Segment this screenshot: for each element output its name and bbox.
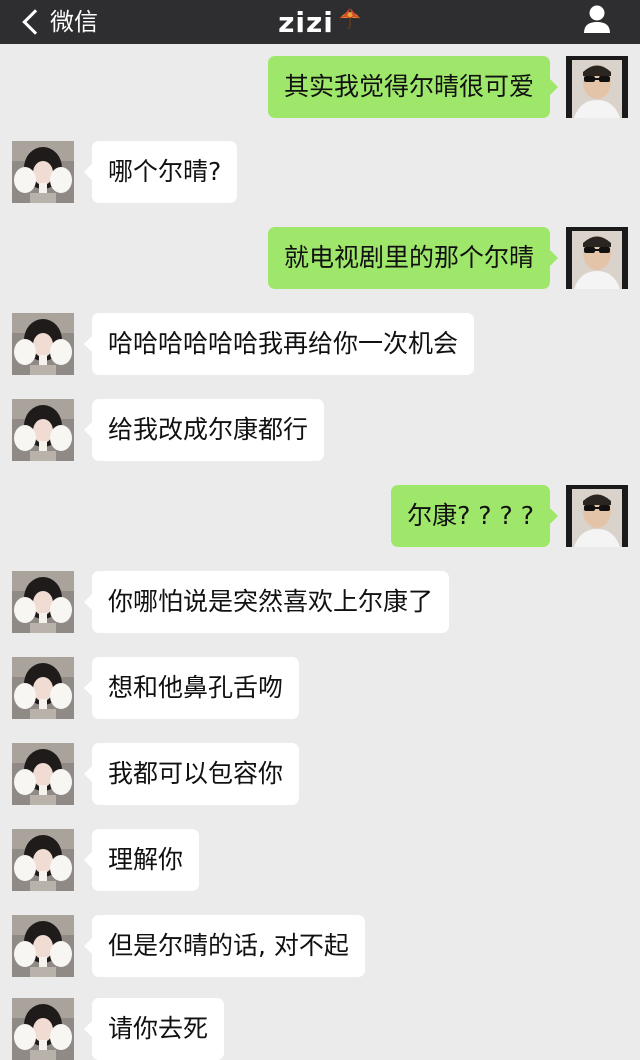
avatar[interactable] xyxy=(12,743,74,805)
person-icon[interactable] xyxy=(582,4,612,34)
message-bubble[interactable]: 我都可以包容你 xyxy=(83,743,300,805)
title-area: zizi xyxy=(0,0,640,44)
avatar[interactable] xyxy=(566,485,628,547)
message-bubble[interactable]: 请你去死 xyxy=(83,998,225,1060)
message-bubble[interactable]: 但是尔晴的话, 对不起 xyxy=(84,915,365,977)
message-bubble[interactable]: 理解你 xyxy=(83,829,200,891)
message-bubble[interactable]: 哪个尔晴? xyxy=(83,141,238,203)
avatar[interactable] xyxy=(566,227,628,289)
avatar[interactable] xyxy=(566,56,628,118)
avatar[interactable] xyxy=(12,141,74,203)
avatar[interactable] xyxy=(12,399,74,461)
avatar[interactable] xyxy=(12,313,74,375)
avatar[interactable] xyxy=(12,829,74,891)
chat-header: 微信 zizi xyxy=(0,0,640,44)
message-bubble[interactable]: 尔康? ? ? ? xyxy=(391,485,558,547)
message-bubble[interactable]: 给我改成尔康都行 xyxy=(83,399,325,461)
message-bubble[interactable]: 想和他鼻孔舌吻 xyxy=(83,657,300,719)
chat-title: zizi xyxy=(278,5,334,39)
avatar[interactable] xyxy=(12,915,74,977)
message-bubble[interactable]: 就电视剧里的那个尔晴 xyxy=(267,227,559,289)
message-bubble[interactable]: 其实我觉得尔晴很可爱 xyxy=(267,56,559,118)
avatar[interactable] xyxy=(12,998,74,1060)
message-bubble[interactable]: 你哪怕说是突然喜欢上尔康了 xyxy=(83,571,450,633)
avatar[interactable] xyxy=(12,657,74,719)
umbrella-icon xyxy=(339,8,361,30)
message-bubble[interactable]: 哈哈哈哈哈哈我再给你一次机会 xyxy=(83,313,475,375)
avatar[interactable] xyxy=(12,571,74,633)
